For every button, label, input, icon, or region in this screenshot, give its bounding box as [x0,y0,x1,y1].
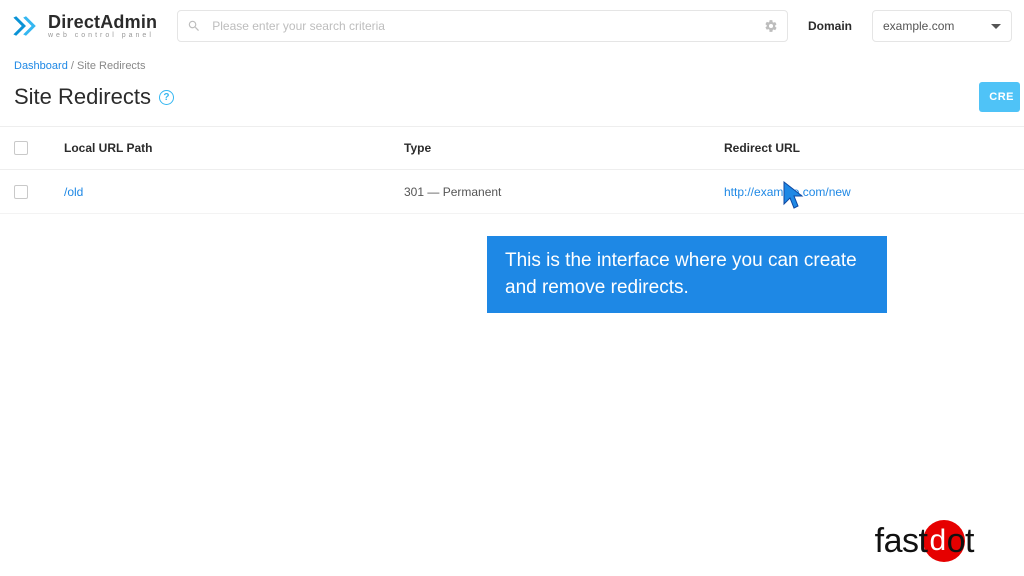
search-input[interactable] [177,10,788,42]
domain-select[interactable]: example.com [872,10,1012,42]
domain-selected: example.com [883,19,954,33]
col-redirect: Redirect URL [724,141,1010,155]
row-type: 301 — Permanent [404,185,724,199]
col-path: Local URL Path [64,141,404,155]
row-redirect-link[interactable]: http://example.com/new [724,185,851,199]
select-all-checkbox[interactable] [14,141,28,155]
fastdot-brand: fastdot [875,520,1006,562]
title-row: Site Redirects ? CRE [0,78,1024,126]
search-wrapper [177,10,788,42]
search-icon [187,19,201,33]
col-type: Type [404,141,724,155]
logo-subtitle: web control panel [48,32,157,39]
create-button[interactable]: CRE [979,82,1020,112]
table-row: /old 301 — Permanent http://example.com/… [0,170,1024,214]
page-title-wrap: Site Redirects ? [14,84,174,110]
breadcrumb-root[interactable]: Dashboard [14,60,68,72]
help-icon[interactable]: ? [159,90,174,105]
page-title: Site Redirects [14,84,151,110]
breadcrumb: Dashboard / Site Redirects [0,52,1024,78]
table-header: Local URL Path Type Redirect URL [0,126,1024,170]
header: DirectAdmin web control panel Domain exa… [0,0,1024,52]
breadcrumb-current: Site Redirects [77,60,145,72]
row-checkbox[interactable] [14,185,28,199]
row-path-link[interactable]: /old [64,185,83,199]
logo-title: DirectAdmin [48,13,157,31]
redirects-table: Local URL Path Type Redirect URL /old 30… [0,126,1024,214]
logo-icon [12,12,40,40]
domain-label: Domain [808,19,852,33]
tutorial-tooltip: This is the interface where you can crea… [487,236,887,313]
gear-icon[interactable] [764,19,778,33]
logo[interactable]: DirectAdmin web control panel [12,12,157,40]
chevron-down-icon [991,24,1001,29]
